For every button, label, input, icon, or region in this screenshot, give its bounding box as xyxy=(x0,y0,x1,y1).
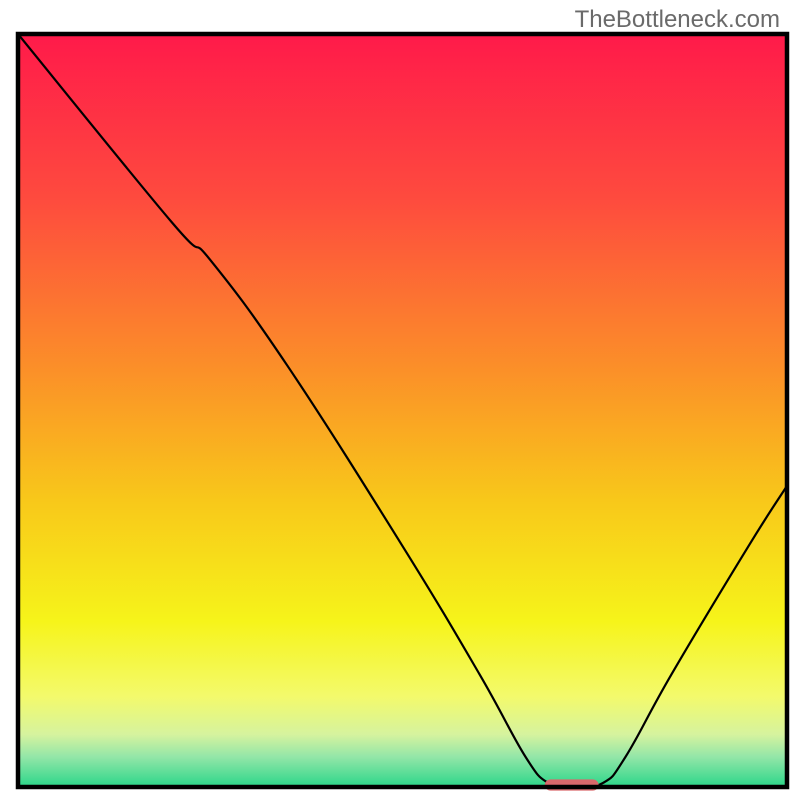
chart-svg xyxy=(0,0,800,800)
bottleneck-chart: TheBottleneck.com xyxy=(0,0,800,800)
watermark-text: TheBottleneck.com xyxy=(575,6,780,34)
